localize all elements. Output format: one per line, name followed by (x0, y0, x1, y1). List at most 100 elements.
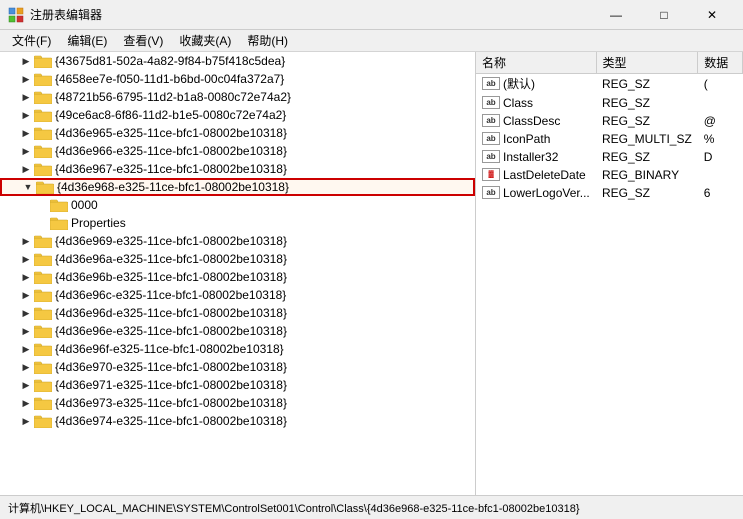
tree-item-label: {4d36e96a-e325-11ce-bfc1-08002be10318} (55, 252, 287, 266)
reg-type: REG_SZ (596, 94, 698, 112)
table-row[interactable]: ab Class REG_SZ (476, 94, 743, 112)
tree-item-label: {4d36e968-e325-11ce-bfc1-08002be10318} (57, 180, 289, 194)
expander-icon[interactable]: ▶ (20, 325, 32, 337)
tree-item[interactable]: ▶ {49ce6ac8-6f86-11d2-b1e5-0080c72e74a2} (0, 106, 475, 124)
tree-item[interactable]: ▶ {4d36e973-e325-11ce-bfc1-08002be10318} (0, 394, 475, 412)
reg-data: D (698, 148, 743, 166)
tree-item[interactable]: ▶ {4658ee7e-f050-11d1-b6bd-00c04fa372a7} (0, 70, 475, 88)
tree-item[interactable]: ▼ {4d36e968-e325-11ce-bfc1-08002be10318} (0, 178, 475, 196)
maximize-button[interactable]: □ (641, 0, 687, 30)
tree-item[interactable]: ▶ {4d36e96d-e325-11ce-bfc1-08002be10318} (0, 304, 475, 322)
tree-item[interactable]: ▶ {4d36e969-e325-11ce-bfc1-08002be10318} (0, 232, 475, 250)
tree-item-label: {4d36e966-e325-11ce-bfc1-08002be10318} (55, 144, 287, 158)
tree-item-label: {43675d81-502a-4a82-9f84-b75f418c5dea} (55, 54, 285, 68)
status-text: 计算机\HKEY_LOCAL_MACHINE\SYSTEM\ControlSet… (8, 500, 580, 516)
expander-icon[interactable]: ▶ (20, 55, 32, 67)
table-row[interactable]: ▓ LastDeleteDate REG_BINARY (476, 166, 743, 184)
tree-item-label: Properties (71, 216, 126, 230)
reg-type: REG_SZ (596, 112, 698, 130)
tree-item-label: 0000 (71, 198, 98, 212)
menu-bar: 文件(F) 编辑(E) 查看(V) 收藏夹(A) 帮助(H) (0, 30, 743, 52)
expander-icon[interactable]: ▶ (20, 91, 32, 103)
col-data: 数据 (698, 52, 743, 74)
registry-table: 名称 类型 数据 ab (默认) REG_SZ ( ab Class REG_S… (476, 52, 743, 202)
table-row[interactable]: ab IconPath REG_MULTI_SZ % (476, 130, 743, 148)
tree-item[interactable]: ▶ {4d36e96b-e325-11ce-bfc1-08002be10318} (0, 268, 475, 286)
tree-item[interactable]: ▶ {4d36e970-e325-11ce-bfc1-08002be10318} (0, 358, 475, 376)
expander-icon[interactable]: ▶ (20, 361, 32, 373)
tree-item[interactable]: ▶ {4d36e96c-e325-11ce-bfc1-08002be10318} (0, 286, 475, 304)
tree-item-label: {4d36e96c-e325-11ce-bfc1-08002be10318} (55, 288, 286, 302)
tree-item[interactable]: ▶ {4d36e96e-e325-11ce-bfc1-08002be10318} (0, 322, 475, 340)
tree-item-label: {4d36e973-e325-11ce-bfc1-08002be10318} (55, 396, 287, 410)
main-content: ▶ {43675d81-502a-4a82-9f84-b75f418c5dea}… (0, 52, 743, 495)
menu-favorites[interactable]: 收藏夹(A) (171, 31, 239, 51)
table-row[interactable]: ab ClassDesc REG_SZ @ (476, 112, 743, 130)
tree-item-label: {48721b56-6795-11d2-b1a8-0080c72e74a2} (55, 90, 291, 104)
tree-item-label: {4d36e974-e325-11ce-bfc1-08002be10318} (55, 414, 287, 428)
menu-edit[interactable]: 编辑(E) (59, 31, 115, 51)
menu-view[interactable]: 查看(V) (115, 31, 171, 51)
minimize-button[interactable]: — (593, 0, 639, 30)
tree-item[interactable]: Properties (0, 214, 475, 232)
tree-item[interactable]: ▶ {4d36e971-e325-11ce-bfc1-08002be10318} (0, 376, 475, 394)
expander-icon[interactable]: ▶ (20, 145, 32, 157)
expander-icon[interactable]: ▶ (20, 109, 32, 121)
tree-item[interactable]: ▶ {43675d81-502a-4a82-9f84-b75f418c5dea} (0, 52, 475, 70)
right-panel: 名称 类型 数据 ab (默认) REG_SZ ( ab Class REG_S… (476, 52, 743, 495)
tree-item[interactable]: ▶ {4d36e965-e325-11ce-bfc1-08002be10318} (0, 124, 475, 142)
reg-name: ab Class (476, 94, 596, 112)
tree-item-label: {49ce6ac8-6f86-11d2-b1e5-0080c72e74a2} (55, 108, 286, 122)
expander-icon[interactable]: ▶ (20, 343, 32, 355)
expander-icon[interactable]: ▶ (20, 415, 32, 427)
tree-item[interactable]: ▶ {4d36e967-e325-11ce-bfc1-08002be10318} (0, 160, 475, 178)
reg-type: REG_SZ (596, 148, 698, 166)
expander-icon[interactable]: ▶ (20, 127, 32, 139)
app-icon (8, 7, 24, 23)
menu-help[interactable]: 帮助(H) (239, 31, 296, 51)
tree-item[interactable]: ▶ {48721b56-6795-11d2-b1a8-0080c72e74a2} (0, 88, 475, 106)
tree-item[interactable]: ▶ {4d36e974-e325-11ce-bfc1-08002be10318} (0, 412, 475, 430)
reg-name: ab Installer32 (476, 148, 596, 166)
reg-data: ( (698, 74, 743, 94)
menu-file[interactable]: 文件(F) (4, 31, 59, 51)
expander-icon[interactable]: ▶ (20, 163, 32, 175)
tree-item-label: {4d36e96e-e325-11ce-bfc1-08002be10318} (55, 324, 287, 338)
tree-item[interactable]: ▶ {4d36e966-e325-11ce-bfc1-08002be10318} (0, 142, 475, 160)
expander-icon[interactable]: ▶ (20, 397, 32, 409)
reg-name: ab IconPath (476, 130, 596, 148)
expander-icon[interactable]: ▶ (20, 73, 32, 85)
tree-item[interactable]: ▶ {4d36e96f-e325-11ce-bfc1-08002be10318} (0, 340, 475, 358)
expander-icon[interactable]: ▼ (22, 181, 34, 193)
col-type: 类型 (596, 52, 698, 74)
tree-item-label: {4658ee7e-f050-11d1-b6bd-00c04fa372a7} (55, 72, 284, 86)
expander-icon[interactable]: ▶ (20, 271, 32, 283)
reg-type: REG_SZ (596, 184, 698, 202)
table-row[interactable]: ab (默认) REG_SZ ( (476, 74, 743, 94)
table-row[interactable]: ab LowerLogoVer... REG_SZ 6 (476, 184, 743, 202)
status-bar: 计算机\HKEY_LOCAL_MACHINE\SYSTEM\ControlSet… (0, 495, 743, 519)
table-row[interactable]: ab Installer32 REG_SZ D (476, 148, 743, 166)
tree-item-label: {4d36e969-e325-11ce-bfc1-08002be10318} (55, 234, 287, 248)
expander-icon[interactable]: ▶ (20, 253, 32, 265)
reg-name: ab (默认) (476, 74, 596, 94)
tree-scroll[interactable]: ▶ {43675d81-502a-4a82-9f84-b75f418c5dea}… (0, 52, 475, 495)
tree-item[interactable]: 0000 (0, 196, 475, 214)
tree-item-label: {4d36e96b-e325-11ce-bfc1-08002be10318} (55, 270, 287, 284)
reg-data (698, 166, 743, 184)
close-button[interactable]: ✕ (689, 0, 735, 30)
tree-item-label: {4d36e965-e325-11ce-bfc1-08002be10318} (55, 126, 287, 140)
tree-item-label: {4d36e971-e325-11ce-bfc1-08002be10318} (55, 378, 287, 392)
tree-item-label: {4d36e96d-e325-11ce-bfc1-08002be10318} (55, 306, 287, 320)
expander-icon[interactable]: ▶ (20, 235, 32, 247)
reg-data: 6 (698, 184, 743, 202)
reg-data: % (698, 130, 743, 148)
expander-icon[interactable]: ▶ (20, 379, 32, 391)
title-bar: 注册表编辑器 — □ ✕ (0, 0, 743, 30)
expander-icon[interactable]: ▶ (20, 307, 32, 319)
reg-name: ab ClassDesc (476, 112, 596, 130)
reg-name: ▓ LastDeleteDate (476, 166, 596, 184)
reg-data (698, 94, 743, 112)
expander-icon[interactable]: ▶ (20, 289, 32, 301)
tree-item[interactable]: ▶ {4d36e96a-e325-11ce-bfc1-08002be10318} (0, 250, 475, 268)
